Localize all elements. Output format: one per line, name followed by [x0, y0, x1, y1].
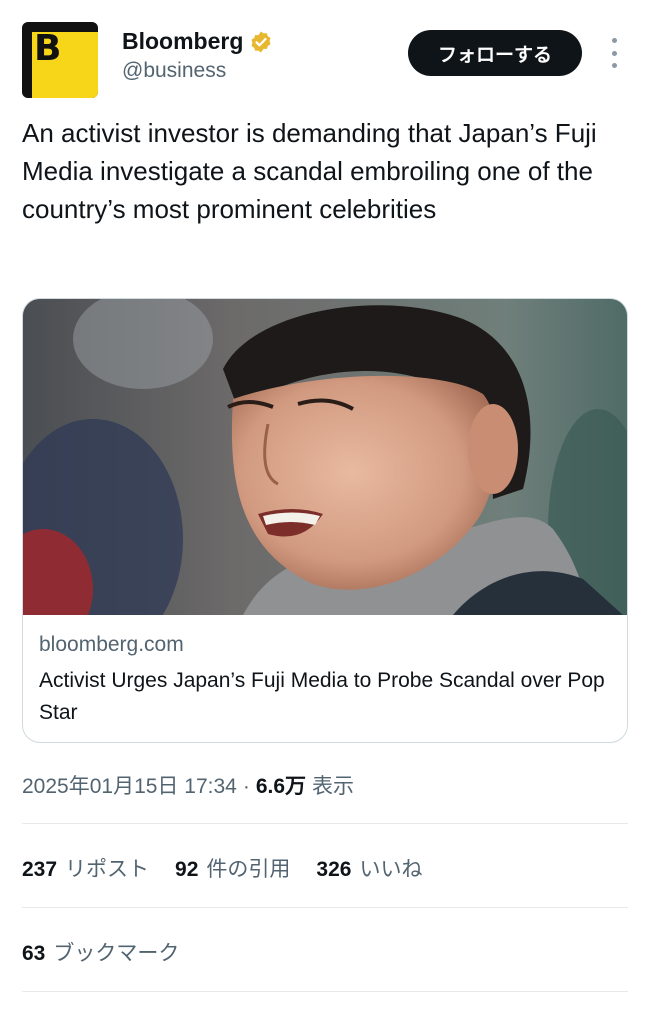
verified-badge-icon	[251, 31, 271, 52]
divider	[22, 907, 628, 908]
user-info[interactable]: Bloomberg @business	[122, 28, 273, 83]
tweet-header: B Bloomberg @business フォローする	[22, 22, 628, 100]
bookmarks-count: 63	[22, 942, 46, 965]
card-meta[interactable]: bloomberg.com Activist Urges Japan’s Fuj…	[23, 615, 627, 742]
bookmarks-label: ブックマーク	[53, 942, 180, 965]
card-photo	[23, 299, 627, 615]
timestamp[interactable]: 2025年01月15日 17:34	[22, 770, 237, 800]
likes-count: 326	[316, 858, 352, 881]
card-title: Activist Urges Japan’s Fuji Media to Pro…	[39, 669, 605, 724]
card-domain: bloomberg.com	[39, 633, 184, 656]
reposts-label: リポスト	[65, 858, 150, 881]
link-card[interactable]: bloomberg.com Activist Urges Japan’s Fuj…	[22, 298, 628, 743]
divider	[22, 823, 628, 824]
quotes-stat[interactable]: 92 件の引用	[175, 853, 290, 883]
engagement-stats: 237 リポスト 92 件の引用 326 いいね	[22, 853, 422, 883]
more-options-icon[interactable]	[604, 38, 624, 68]
tweet-meta: 2025年01月15日 17:34 · 6.6万 表示	[22, 770, 354, 800]
divider	[22, 991, 628, 992]
tweet-text: An activist investor is demanding that J…	[22, 118, 597, 224]
user-handle[interactable]: @business	[122, 59, 273, 83]
quotes-label: 件の引用	[206, 858, 291, 881]
views-label: 表示	[312, 775, 355, 798]
reposts-count: 237	[22, 858, 58, 881]
separator: ·	[242, 775, 250, 798]
display-name[interactable]: Bloomberg	[122, 28, 243, 55]
card-image[interactable]	[23, 299, 627, 615]
views-count: 6.6万	[255, 775, 307, 798]
reposts-stat[interactable]: 237 リポスト	[22, 853, 149, 883]
bookmarks-stat[interactable]: 63 ブックマーク	[22, 937, 179, 967]
likes-label: いいね	[359, 858, 423, 881]
follow-button[interactable]: フォローする	[408, 30, 582, 76]
avatar-logo-letter: B	[34, 28, 62, 69]
quotes-count: 92	[175, 858, 199, 881]
avatar[interactable]: B	[22, 22, 98, 98]
likes-stat[interactable]: 326 いいね	[316, 853, 422, 883]
